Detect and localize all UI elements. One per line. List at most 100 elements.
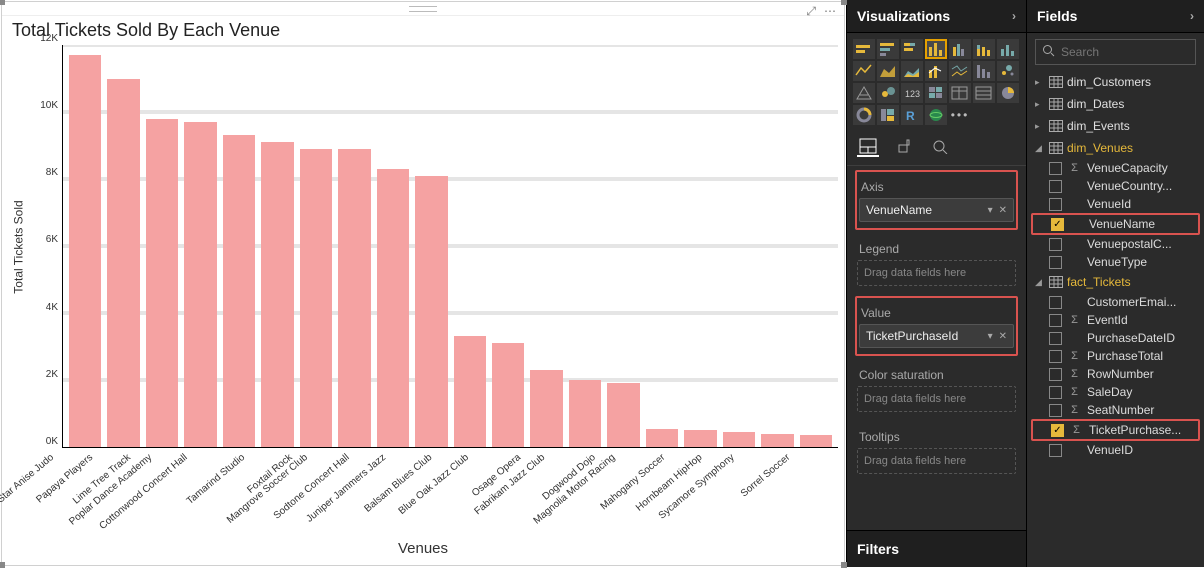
viz-type-icon[interactable] — [877, 83, 899, 103]
remove-field-icon[interactable]: ✕ — [999, 331, 1007, 342]
viz-type-icon[interactable] — [949, 39, 971, 59]
filters-header[interactable]: Filters — [847, 530, 1026, 567]
focus-mode-icon[interactable]: ⤢ — [806, 4, 816, 19]
axis-field-pill[interactable]: VenueName ▾✕ — [859, 198, 1014, 222]
table-header[interactable]: ▸dim_Dates — [1031, 93, 1200, 115]
field-checkbox[interactable] — [1049, 314, 1062, 327]
field-row[interactable]: ✓VenueName — [1031, 213, 1200, 235]
field-row[interactable]: ΣPurchaseTotal — [1031, 347, 1200, 365]
field-row[interactable]: CustomerEmai... — [1031, 293, 1200, 311]
viz-type-icon[interactable] — [973, 83, 995, 103]
field-checkbox[interactable] — [1049, 368, 1062, 381]
bar[interactable] — [415, 176, 447, 447]
bar[interactable] — [800, 435, 832, 447]
field-checkbox[interactable] — [1049, 256, 1062, 269]
viz-type-icon[interactable] — [853, 61, 875, 81]
more-visuals-icon[interactable]: ••• — [949, 105, 971, 125]
viz-type-icon[interactable] — [877, 105, 899, 125]
bar[interactable] — [530, 370, 562, 447]
value-well[interactable]: Value TicketPurchaseId ▾✕ — [855, 296, 1018, 356]
bar[interactable] — [261, 142, 293, 447]
bar[interactable] — [184, 122, 216, 447]
field-row[interactable]: VenueId — [1031, 195, 1200, 213]
field-checkbox[interactable] — [1049, 350, 1062, 363]
viz-type-icon[interactable] — [853, 39, 875, 59]
field-row[interactable]: ΣVenueCapacity — [1031, 159, 1200, 177]
field-checkbox[interactable] — [1049, 386, 1062, 399]
field-row[interactable]: VenueType — [1031, 253, 1200, 271]
viz-type-icon[interactable] — [949, 61, 971, 81]
axis-well[interactable]: Axis VenueName ▾✕ — [855, 170, 1018, 230]
bar[interactable] — [377, 169, 409, 447]
viz-type-icon[interactable] — [901, 61, 923, 81]
chevron-right-icon[interactable]: › — [1012, 9, 1016, 23]
field-row[interactable]: ΣSaleDay — [1031, 383, 1200, 401]
value-field-pill[interactable]: TicketPurchaseId ▾✕ — [859, 324, 1014, 348]
bar[interactable] — [607, 383, 639, 447]
viz-type-icon[interactable] — [997, 39, 1019, 59]
table-header[interactable]: ◢dim_Venues — [1031, 137, 1200, 159]
report-canvas[interactable]: ⤢ ⋯ Total Tickets Sold By Each Venue Tot… — [1, 1, 845, 566]
bar[interactable] — [723, 432, 755, 447]
bar[interactable] — [146, 119, 178, 447]
field-row[interactable]: ΣSeatNumber — [1031, 401, 1200, 419]
remove-field-icon[interactable]: ✕ — [999, 205, 1007, 216]
bar-chart-visual[interactable]: Total Tickets Sold By Each Venue Total T… — [8, 20, 838, 559]
chevron-right-icon[interactable]: › — [1190, 9, 1194, 23]
analytics-tab[interactable] — [929, 137, 951, 157]
bar[interactable] — [454, 336, 486, 447]
viz-type-icon[interactable] — [997, 83, 1019, 103]
dropdown-icon[interactable]: ▾ — [988, 331, 993, 342]
format-tab[interactable] — [893, 137, 915, 157]
field-checkbox[interactable] — [1049, 162, 1062, 175]
bar[interactable] — [223, 135, 255, 447]
color-saturation-well[interactable]: Color saturation Drag data fields here — [855, 360, 1018, 418]
viz-type-icon[interactable] — [853, 105, 875, 125]
field-checkbox[interactable] — [1049, 332, 1062, 345]
more-options-icon[interactable]: ⋯ — [824, 4, 836, 19]
bar[interactable] — [338, 149, 370, 447]
field-checkbox[interactable] — [1049, 296, 1062, 309]
viz-type-icon[interactable] — [853, 83, 875, 103]
search-input[interactable] — [1061, 45, 1204, 59]
bar[interactable] — [761, 434, 793, 447]
field-checkbox[interactable] — [1049, 444, 1062, 457]
field-row[interactable]: VenueID — [1031, 441, 1200, 459]
field-checkbox[interactable]: ✓ — [1051, 424, 1064, 437]
field-checkbox[interactable] — [1049, 198, 1062, 211]
table-header[interactable]: ▸dim_Events — [1031, 115, 1200, 137]
viz-type-icon[interactable]: 123 — [901, 83, 923, 103]
viz-type-icon[interactable] — [925, 61, 947, 81]
viz-type-icon[interactable] — [925, 39, 947, 59]
viz-type-icon[interactable] — [949, 83, 971, 103]
bar[interactable] — [107, 79, 139, 448]
tooltips-well[interactable]: Tooltips Drag data fields here — [855, 422, 1018, 480]
dropdown-icon[interactable]: ▾ — [988, 205, 993, 216]
field-row[interactable]: VenuepostalC... — [1031, 235, 1200, 253]
visualizations-header[interactable]: Visualizations › — [847, 0, 1026, 33]
field-checkbox[interactable] — [1049, 404, 1062, 417]
fields-tab[interactable] — [857, 137, 879, 157]
viz-type-icon[interactable]: R — [901, 105, 923, 125]
selection-handle[interactable] — [0, 562, 5, 568]
selection-handle[interactable] — [841, 562, 847, 568]
bar[interactable] — [646, 429, 678, 447]
bar[interactable] — [492, 343, 524, 447]
viz-type-icon[interactable] — [997, 61, 1019, 81]
bar[interactable] — [569, 380, 601, 447]
bar[interactable] — [300, 149, 332, 447]
viz-type-icon[interactable] — [925, 105, 947, 125]
field-row[interactable]: ΣEventId — [1031, 311, 1200, 329]
field-checkbox[interactable] — [1049, 238, 1062, 251]
field-row[interactable]: PurchaseDateID — [1031, 329, 1200, 347]
plot-area[interactable] — [62, 45, 838, 448]
viz-type-icon[interactable] — [973, 61, 995, 81]
viz-type-icon[interactable] — [925, 83, 947, 103]
bar[interactable] — [69, 55, 101, 447]
viz-type-icon[interactable] — [877, 61, 899, 81]
drag-grip-icon[interactable] — [409, 4, 437, 14]
viz-type-icon[interactable] — [973, 39, 995, 59]
field-row[interactable]: ΣRowNumber — [1031, 365, 1200, 383]
field-checkbox[interactable]: ✓ — [1051, 218, 1064, 231]
field-row[interactable]: ✓ΣTicketPurchase... — [1031, 419, 1200, 441]
